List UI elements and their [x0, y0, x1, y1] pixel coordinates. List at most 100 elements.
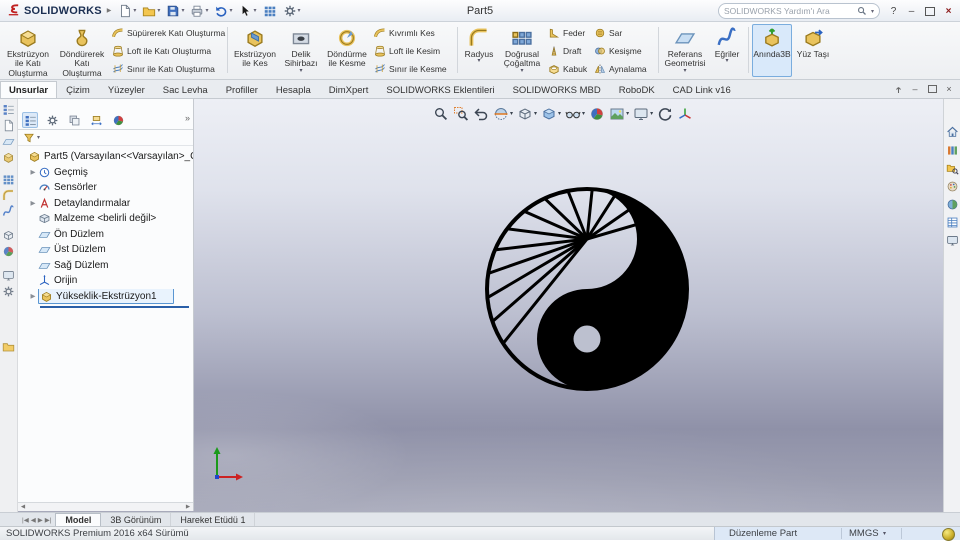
strip-cube-icon[interactable] [2, 229, 15, 242]
panel-overflow-chevron[interactable]: » [185, 113, 190, 123]
strip-document-icon[interactable] [2, 119, 15, 132]
new-document-button[interactable]: ▾ [115, 2, 139, 20]
draft-button[interactable]: Draft [548, 43, 592, 59]
expand-arrow-icon[interactable]: ▶ [28, 168, 38, 176]
tree-root-item[interactable]: Part5 (Varsayılan<<Varsayılan>_Görünt [18, 149, 193, 164]
tree-item-extrude-selected[interactable]: ▶ Yükseklik-Ekstrüzyon1 [18, 288, 193, 304]
status-sphere-icon[interactable] [942, 528, 955, 541]
last-tab-button[interactable]: ▶| [45, 516, 52, 524]
lofted-cut-button[interactable]: Loft ile Kesim [374, 43, 454, 59]
rollback-bar[interactable] [40, 306, 189, 308]
units-dropdown-icon[interactable]: ▾ [883, 530, 886, 537]
tab-robodk[interactable]: RoboDK [610, 81, 664, 98]
strip-gear-icon[interactable] [2, 285, 15, 298]
dimxpertmanager-tab[interactable] [88, 112, 104, 128]
strip-fillet-icon[interactable] [2, 189, 15, 202]
tree-item-annotations[interactable]: ▶ Detaylandırmalar [18, 196, 193, 211]
expand-arrow-icon[interactable]: ▶ [28, 199, 38, 207]
previous-view-button[interactable] [472, 104, 490, 123]
doc-minimize-button[interactable]: – [908, 82, 922, 96]
tree-item-right-plane[interactable]: Sağ Düzlem [18, 258, 193, 273]
configurationmanager-tab[interactable] [66, 112, 82, 128]
intersect-button[interactable]: Kesişme [594, 43, 654, 59]
propertymanager-tab[interactable] [44, 112, 60, 128]
tree-item-history[interactable]: ▶ Geçmiş [18, 165, 193, 180]
view-orientation-button[interactable]: ▾ [516, 104, 538, 123]
extruded-boss-button[interactable]: Ekstrüzyon ile Katı Oluşturma [2, 24, 54, 77]
save-button[interactable]: ▾ [163, 2, 187, 20]
curves-button[interactable]: Eğriler ▾ [710, 24, 744, 77]
file-explorer-icon[interactable] [946, 162, 959, 175]
edit-appearance-button[interactable] [588, 104, 606, 123]
options-button[interactable]: ▾ [280, 2, 304, 20]
dropdown-arrow-icon[interactable]: ▾ [37, 134, 40, 141]
linear-pattern-button[interactable]: Doğrusal Çoğaltma ▾ [499, 24, 545, 77]
select-tool-button[interactable]: ▾ [235, 2, 259, 20]
help-button[interactable]: ? [885, 2, 902, 20]
doc-pin-button[interactable] [891, 82, 905, 96]
palette-icon[interactable] [946, 180, 959, 193]
hide-show-items-button[interactable]: ▾ [564, 104, 586, 123]
3d-drawing-view-button[interactable] [676, 104, 694, 123]
strip-curves-icon[interactable] [2, 205, 15, 218]
rib-button[interactable]: Feder [548, 25, 592, 41]
tab-cadlink[interactable]: CAD Link v16 [664, 81, 740, 98]
status-units-button[interactable]: MMGS [849, 528, 879, 539]
displaymanager-tab[interactable] [110, 112, 126, 128]
tree-item-origin[interactable]: Orijin [18, 273, 193, 288]
strip-monitor-icon[interactable] [2, 269, 15, 282]
tree-item-front-plane[interactable]: Ön Düzlem [18, 227, 193, 242]
boundary-boss-button[interactable]: Sınır ile Katı Oluşturma [112, 61, 224, 77]
tree-item-sensors[interactable]: Sensörler [18, 180, 193, 195]
open-button[interactable]: ▾ [139, 2, 163, 20]
tab-surfaces[interactable]: Yüzeyler [99, 81, 154, 98]
tree-horizontal-scrollbar[interactable]: ◀ ▶ [18, 502, 193, 511]
view-settings-button[interactable]: ▾ [632, 104, 654, 123]
print-button[interactable]: ▾ [187, 2, 211, 20]
tab-addins[interactable]: SOLIDWORKS Eklentileri [377, 81, 503, 98]
filter-funnel-icon[interactable] [23, 132, 35, 144]
3d-views-tab[interactable]: 3B Görünüm [101, 513, 172, 526]
strip-appearance-icon[interactable] [2, 245, 15, 258]
tab-weldments[interactable]: Profiller [217, 81, 267, 98]
strip-plane-icon[interactable] [2, 135, 15, 148]
close-button[interactable]: × [940, 2, 957, 20]
revolved-boss-button[interactable]: Döndürerek Katı Oluşturma [56, 24, 108, 77]
featuremanager-tree-tab[interactable] [22, 112, 38, 128]
tab-dimxpert[interactable]: DimXpert [320, 81, 378, 98]
doc-close-button[interactable]: × [942, 82, 956, 96]
swept-boss-button[interactable]: Süpürerek Katı Oluşturma [112, 25, 225, 41]
tab-features[interactable]: Unsurlar [0, 81, 58, 98]
logo-flyout-arrow[interactable]: ▶ [107, 7, 112, 14]
strip-boss-icon[interactable] [2, 151, 15, 164]
shell-button[interactable]: Kabuk [548, 61, 592, 77]
fillet-button[interactable]: Radyus ▾ [461, 24, 497, 77]
strip-folder-icon[interactable] [2, 340, 15, 353]
hole-wizard-button[interactable]: Delik Sihirbazı ▾ [281, 24, 321, 77]
design-library-icon[interactable] [946, 144, 959, 157]
extruded-cut-button[interactable]: Ekstrüzyon ile Kes [231, 24, 279, 77]
app-logo[interactable]: SOLIDWORKS ▶ [0, 3, 115, 18]
tab-sketch[interactable]: Çizim [57, 81, 99, 98]
rebuild-button[interactable] [260, 2, 280, 20]
swept-cut-button[interactable]: Kıvrımlı Kes [374, 25, 454, 41]
search-dropdown-icon[interactable]: ▾ [871, 8, 874, 15]
scroll-left-button[interactable]: ◀ [18, 503, 28, 511]
wrap-button[interactable]: Sar [594, 25, 654, 41]
mirror-button[interactable]: Aynalama [594, 61, 654, 77]
restore-button[interactable] [921, 2, 938, 20]
tab-evaluate[interactable]: Hesapla [267, 81, 320, 98]
display-style-button[interactable]: ▾ [540, 104, 562, 123]
zoom-to-area-button[interactable] [452, 104, 470, 123]
apply-scene-button[interactable]: ▾ [608, 104, 630, 123]
zoom-to-fit-button[interactable] [432, 104, 450, 123]
reference-geometry-button[interactable]: Referans Geometrisi ▾ [662, 24, 708, 77]
revolved-cut-button[interactable]: Döndürme ile Kesme [323, 24, 371, 77]
tree-item-top-plane[interactable]: Üst Düzlem [18, 242, 193, 257]
undo-button[interactable]: ▾ [211, 2, 235, 20]
doc-restore-button[interactable] [925, 82, 939, 96]
rotate-view-button[interactable] [656, 104, 674, 123]
previous-tab-button[interactable]: ◀ [31, 516, 36, 524]
tab-mbd[interactable]: SOLIDWORKS MBD [504, 81, 610, 98]
custom-properties-icon[interactable] [946, 216, 959, 229]
